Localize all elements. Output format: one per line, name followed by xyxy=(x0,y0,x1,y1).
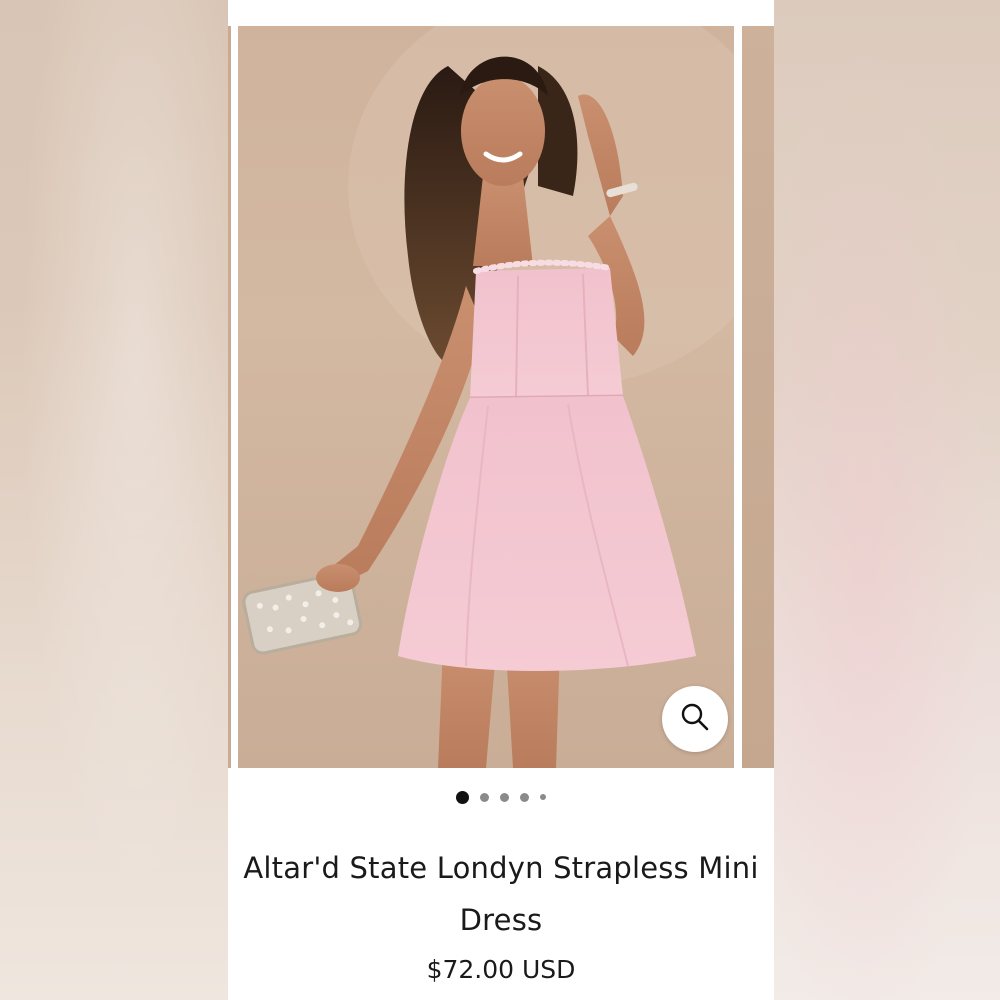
pagination-dot-active[interactable] xyxy=(456,790,469,804)
pagination-dot[interactable] xyxy=(500,792,509,802)
image-carousel[interactable] xyxy=(228,26,774,768)
product-page: Altar'd State Londyn Strapless Mini Dres… xyxy=(228,0,774,1000)
carousel-pagination xyxy=(228,788,774,806)
previous-slide-peek[interactable] xyxy=(228,26,231,768)
search-icon xyxy=(680,702,710,737)
product-photo-illustration xyxy=(242,26,734,768)
pagination-dot[interactable] xyxy=(540,794,546,800)
pagination-dot[interactable] xyxy=(520,792,529,802)
next-slide-peek[interactable] xyxy=(742,26,774,768)
product-price: $72.00 USD xyxy=(426,955,576,984)
product-image[interactable] xyxy=(238,26,734,768)
pagination-dot[interactable] xyxy=(480,792,489,802)
blurred-backdrop-right xyxy=(774,0,1000,1000)
blurred-backdrop-left xyxy=(0,0,228,1000)
zoom-button[interactable] xyxy=(662,686,728,752)
product-title: Altar'd State Londyn Strapless Mini Dres… xyxy=(243,851,759,937)
